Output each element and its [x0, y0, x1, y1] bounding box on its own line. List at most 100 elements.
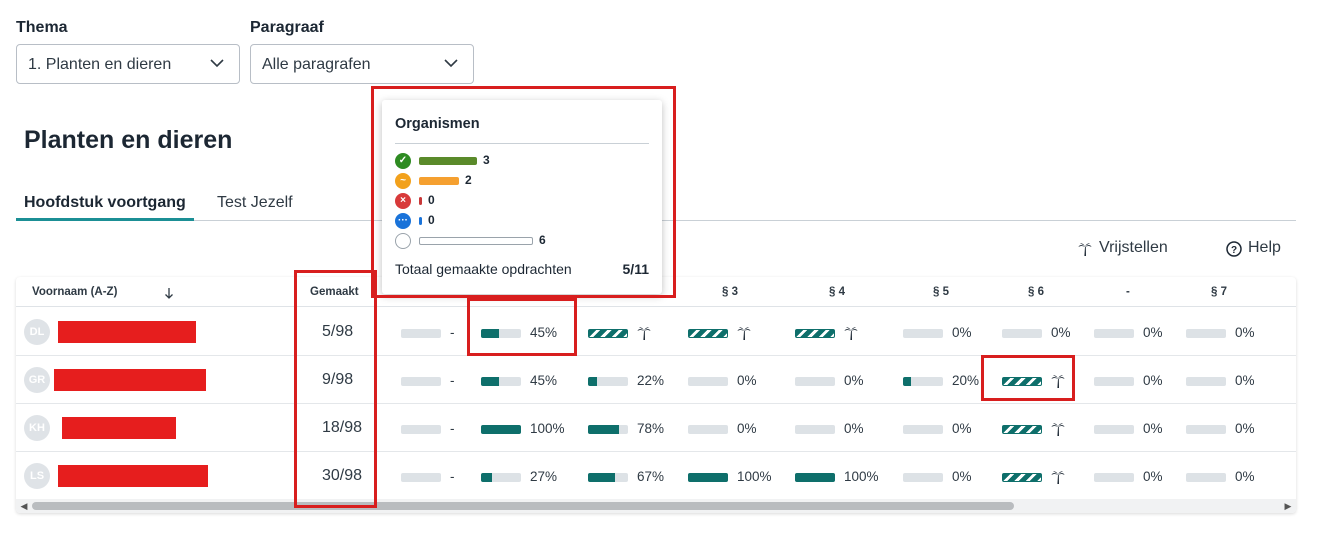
- progress-cell[interactable]: -: [401, 325, 491, 341]
- progress-cell[interactable]: 0%: [1186, 469, 1276, 485]
- exempt-bar: [688, 329, 728, 338]
- progress-cell[interactable]: 100%: [795, 469, 885, 485]
- table-row[interactable]: GR 9/98 - 45% 22% 0% 0% 20% 0% 0%: [16, 356, 1296, 404]
- paragraph-select[interactable]: Alle paragrafen: [250, 44, 474, 84]
- progress-cell[interactable]: 27%: [481, 469, 571, 485]
- progress-cell[interactable]: -: [401, 469, 491, 485]
- progress-percent: 67%: [637, 469, 665, 484]
- made-count: 30/98: [322, 467, 363, 484]
- progress-cell[interactable]: [688, 327, 778, 341]
- progress-cell[interactable]: 0%: [1186, 325, 1276, 341]
- progress-cell[interactable]: 0%: [903, 421, 993, 437]
- progress-percent: 0%: [737, 373, 757, 388]
- progress-percent: -: [450, 469, 455, 484]
- progress-bar: [688, 377, 728, 386]
- progress-bar: [401, 329, 441, 338]
- tab-chapter-progress[interactable]: Hoofdstuk voortgang: [16, 194, 194, 221]
- avatar: LS: [24, 463, 50, 489]
- progress-cell[interactable]: 0%: [1186, 421, 1276, 437]
- progress-cell[interactable]: 0%: [688, 373, 778, 389]
- progress-cell[interactable]: 100%: [481, 421, 571, 437]
- legend-row: × 0: [395, 193, 649, 209]
- theme-select[interactable]: 1. Planten en dieren: [16, 44, 240, 84]
- progress-cell[interactable]: 0%: [903, 325, 993, 341]
- table-row[interactable]: LS 30/98 - 27% 67% 100% 100% 0% 0% 0%: [16, 452, 1296, 500]
- progress-percent: 45%: [530, 325, 558, 340]
- progress-bar: [1186, 377, 1226, 386]
- legend-count: 2: [465, 173, 472, 187]
- progress-bar: [401, 473, 441, 482]
- name-column-header[interactable]: Voornaam (A-Z): [32, 286, 117, 298]
- legend-count: 0: [428, 193, 435, 207]
- progress-cell[interactable]: 0%: [1094, 373, 1184, 389]
- progress-cell[interactable]: [1002, 375, 1092, 389]
- progress-cell[interactable]: 0%: [903, 469, 993, 485]
- progress-cell[interactable]: [1002, 423, 1092, 437]
- progress-bar-fill: [481, 473, 492, 482]
- avatar: DL: [24, 319, 50, 345]
- progress-cell[interactable]: 45%: [481, 373, 571, 389]
- progress-cell[interactable]: 0%: [1094, 325, 1184, 341]
- progress-cell[interactable]: 22%: [588, 373, 678, 389]
- progress-bar: [795, 425, 835, 434]
- progress-bar: [401, 425, 441, 434]
- redacted-name: [62, 417, 176, 439]
- progress-cell[interactable]: 0%: [1094, 421, 1184, 437]
- progress-percent: 0%: [844, 373, 864, 388]
- sort-arrow-down-icon[interactable]: [164, 287, 174, 299]
- progress-cell[interactable]: -: [401, 421, 491, 437]
- tab-test-yourself[interactable]: Test Jezelf: [209, 194, 301, 221]
- progress-cell[interactable]: 78%: [588, 421, 678, 437]
- scroll-left-icon[interactable]: ◀: [17, 499, 31, 513]
- progress-bar: [1002, 329, 1042, 338]
- palm-tree-icon: [737, 327, 751, 340]
- progress-bar: [481, 473, 521, 482]
- progress-bar-fill: [588, 377, 597, 386]
- progress-bar: [903, 377, 943, 386]
- empty-circle-icon: [395, 233, 411, 249]
- progress-bar: [1094, 377, 1134, 386]
- progress-cell[interactable]: 45%: [481, 325, 571, 341]
- progress-cell[interactable]: 0%: [795, 373, 885, 389]
- progress-percent: -: [450, 325, 455, 340]
- legend-count: 6: [539, 233, 546, 247]
- progress-cell[interactable]: 0%: [1094, 469, 1184, 485]
- progress-cell[interactable]: 67%: [588, 469, 678, 485]
- progress-cell[interactable]: 20%: [903, 373, 993, 389]
- progress-bar: [688, 473, 728, 482]
- popup-total-value: 5/11: [622, 261, 649, 277]
- progress-cell[interactable]: [795, 327, 885, 341]
- progress-percent: 22%: [637, 373, 665, 388]
- progress-bar-fill: [588, 425, 620, 434]
- table-row[interactable]: KH 18/98 - 100% 78% 0% 0% 0% 0% 0%: [16, 404, 1296, 452]
- progress-percent: 0%: [1143, 469, 1163, 484]
- progress-percent: 0%: [1235, 469, 1255, 484]
- table-row[interactable]: DL 5/98 - 45% 0% 0% 0% 0%: [16, 308, 1296, 356]
- progress-cell[interactable]: 0%: [1002, 325, 1092, 341]
- section-summary-popup: Organismen ✓ 3 ~2 × 0 ··· 0 6 Totaal gemaakte o…: [382, 100, 662, 294]
- progress-cell[interactable]: [588, 327, 678, 341]
- progress-bar: [903, 473, 943, 482]
- made-column-header: Gemaakt: [310, 286, 359, 298]
- legend-bar: [419, 217, 422, 225]
- progress-cell[interactable]: -: [401, 373, 491, 389]
- progress-cell[interactable]: [1002, 471, 1092, 485]
- progress-cell[interactable]: 100%: [688, 469, 778, 485]
- scroll-thumb[interactable]: [32, 502, 1014, 510]
- horizontal-scrollbar[interactable]: ◀ ▶: [16, 499, 1296, 513]
- palm-tree-icon: [1078, 243, 1092, 256]
- progress-percent: 0%: [1143, 373, 1163, 388]
- progress-percent: 78%: [637, 421, 665, 436]
- progress-bar: [588, 473, 628, 482]
- cross-icon: ×: [395, 193, 411, 209]
- progress-cell[interactable]: 0%: [1186, 373, 1276, 389]
- progress-cell[interactable]: 0%: [795, 421, 885, 437]
- legend-count: 0: [428, 213, 435, 227]
- progress-percent: 0%: [1051, 325, 1071, 340]
- legend-row: ~2: [395, 173, 649, 189]
- progress-cell[interactable]: 0%: [688, 421, 778, 437]
- progress-percent: 0%: [737, 421, 757, 436]
- palm-tree-icon: [637, 327, 651, 340]
- progress-percent: 100%: [844, 469, 879, 484]
- scroll-right-icon[interactable]: ▶: [1281, 499, 1295, 513]
